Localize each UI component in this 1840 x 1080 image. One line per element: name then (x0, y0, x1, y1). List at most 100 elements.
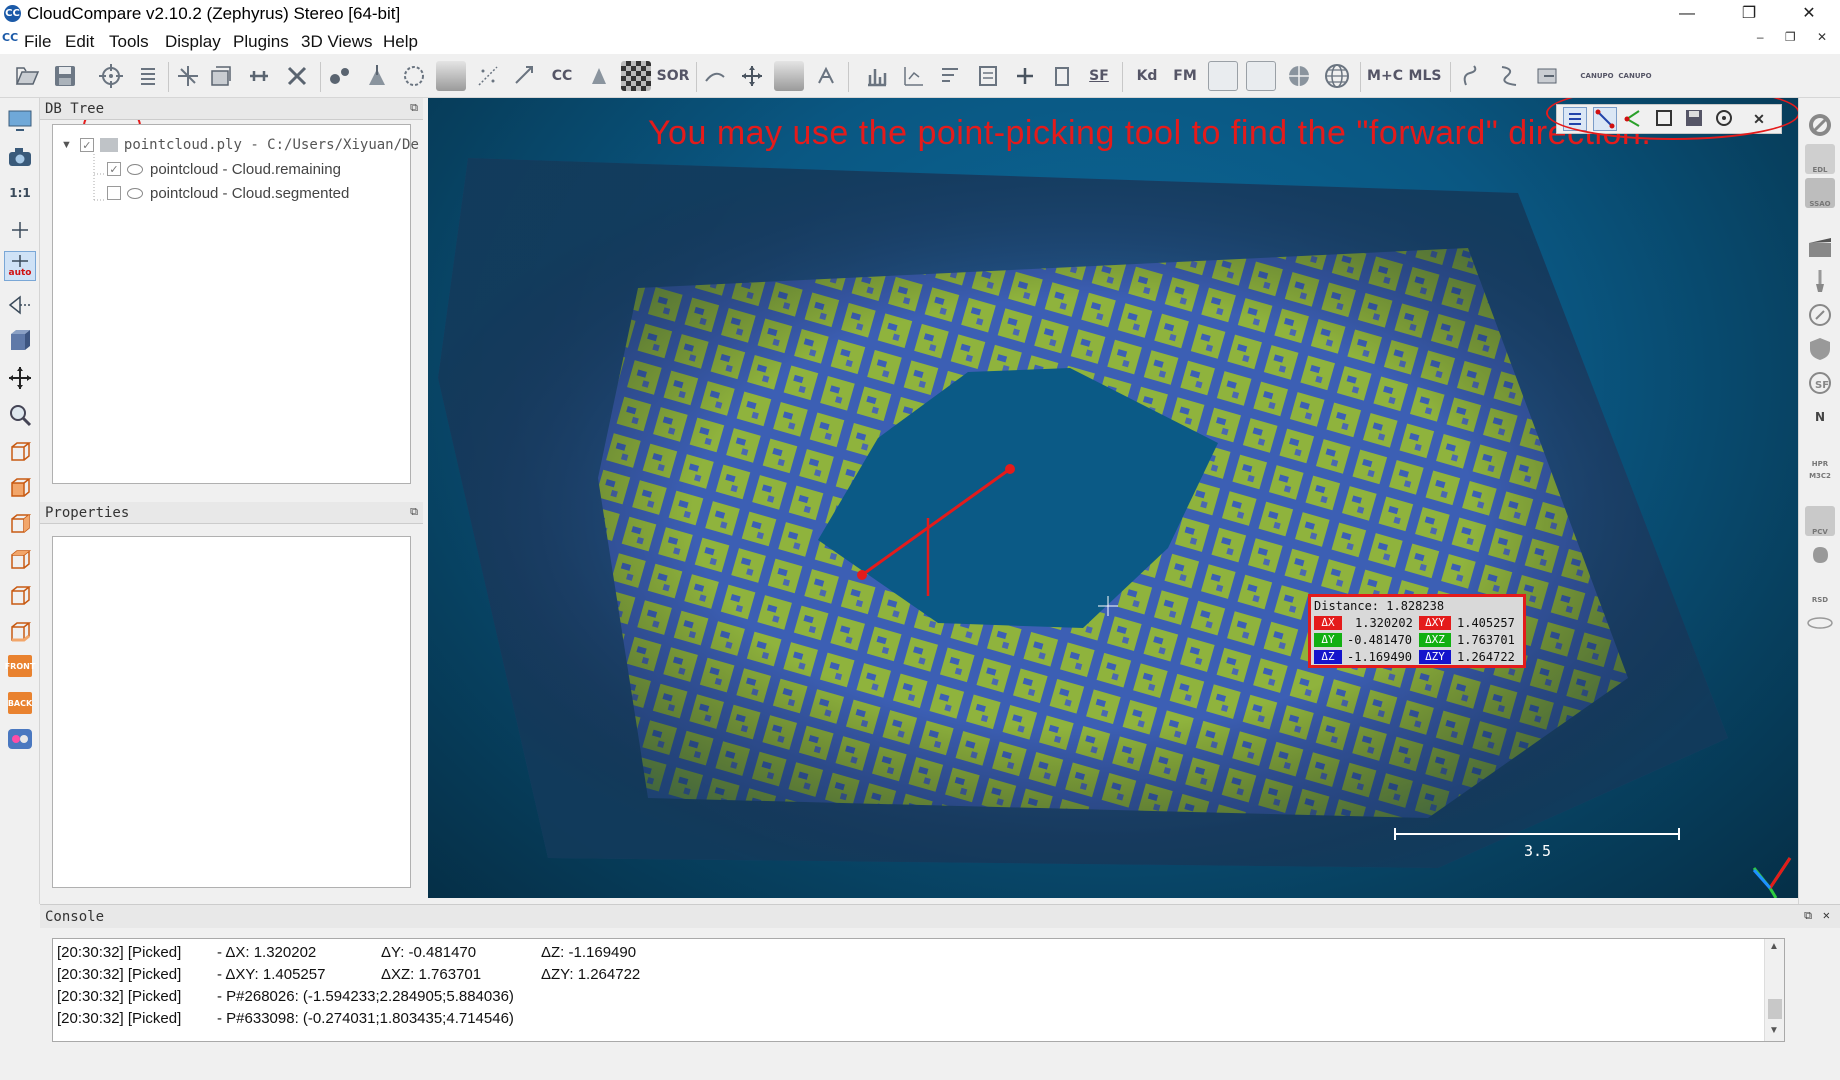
label-icon[interactable] (584, 61, 614, 91)
iso-back-button[interactable]: BACK (4, 688, 36, 718)
one-to-one-button[interactable]: 1:1 (4, 178, 36, 208)
sample-icon[interactable] (325, 61, 355, 91)
disable-icon[interactable] (1805, 110, 1835, 140)
delete-icon[interactable] (282, 61, 312, 91)
flickr-icon[interactable] (4, 724, 36, 754)
close-button[interactable]: ✕ (1786, 0, 1832, 28)
rsd-button[interactable]: RSD (1805, 574, 1835, 604)
bbox-icon[interactable] (1208, 61, 1238, 91)
add-sf-icon[interactable] (1010, 61, 1040, 91)
float-icon[interactable]: ⧉ (410, 101, 418, 115)
scatter-icon[interactable] (1494, 61, 1524, 91)
open-icon[interactable] (12, 61, 42, 91)
sor-button[interactable]: SOR (657, 61, 690, 91)
subsample-icon[interactable] (473, 61, 503, 91)
tree-item-segmented[interactable]: pointcloud - Cloud.segmented (107, 182, 349, 204)
menu-help[interactable]: Help (383, 32, 418, 52)
segment-icon[interactable] (206, 61, 236, 91)
distance-label[interactable]: Distance: 1.828238 ΔX 1.320202 ΔXY 1.405… (1308, 594, 1526, 668)
canupo-classify-button[interactable]: CANUPO (1618, 61, 1652, 91)
clone-icon[interactable] (244, 61, 274, 91)
sf-gradient-icon[interactable] (973, 61, 1003, 91)
move-icon[interactable] (4, 363, 36, 393)
list-icon[interactable] (133, 61, 163, 91)
menu-3d-views[interactable]: 3D Views (301, 32, 373, 52)
tree-item-root[interactable]: ▼ ✓ pointcloud.ply - C:/Users/Xiyuan/De (61, 134, 419, 156)
screen-icon[interactable] (4, 105, 36, 135)
ellipse-icon[interactable] (1805, 608, 1835, 638)
camera-icon[interactable] (4, 142, 36, 172)
compass-icon[interactable] (1532, 61, 1562, 91)
cross-section-icon[interactable] (700, 61, 730, 91)
globe-icon[interactable] (1322, 61, 1352, 91)
maximize-button[interactable]: ❐ (1726, 0, 1772, 28)
menu-plugins[interactable]: Plugins (233, 32, 289, 52)
checkerboard-icon[interactable] (621, 61, 651, 91)
normals-icon[interactable] (362, 61, 392, 91)
curve-icon[interactable] (1456, 61, 1486, 91)
clapper-icon[interactable] (1805, 232, 1835, 262)
pcv-button[interactable]: PCV (1805, 506, 1835, 536)
pivot-icon[interactable] (4, 215, 36, 245)
3d-view[interactable]: You may use the point-picking tool to fi… (428, 98, 1798, 898)
ssao-button[interactable]: SSAO (1805, 178, 1835, 208)
kd-button[interactable]: Kd (1132, 61, 1162, 91)
translate-icon[interactable] (737, 61, 767, 91)
sf-button[interactable]: SF (1084, 61, 1114, 91)
zoom-icon[interactable] (4, 400, 36, 430)
sf-icon[interactable]: SF (1805, 368, 1835, 398)
float-icon[interactable]: ⧉ (1804, 909, 1812, 923)
octree-icon[interactable] (399, 61, 429, 91)
console-scrollbar[interactable]: ▲ ▼ (1764, 939, 1784, 1041)
sphere-icon[interactable] (1284, 61, 1314, 91)
menu-edit[interactable]: Edit (65, 32, 94, 52)
histogram-icon[interactable] (862, 61, 892, 91)
shield-icon[interactable] (1805, 334, 1835, 364)
minimize-button[interactable]: — (1664, 0, 1710, 28)
canupo-train-button[interactable]: CANUPO (1580, 61, 1614, 91)
fm-button[interactable]: FM (1170, 61, 1200, 91)
auto-pivot-button[interactable]: auto (4, 251, 36, 281)
cc-button[interactable]: CC (547, 61, 577, 91)
save-icon[interactable] (50, 61, 80, 91)
scroll-down-icon[interactable]: ▼ (1769, 1025, 1779, 1036)
object-view-icon[interactable] (4, 326, 36, 356)
scroll-up-icon[interactable]: ▲ (1769, 941, 1779, 952)
mdi-window-controls[interactable]: – ❐ ✕ (1757, 30, 1836, 44)
float-icon[interactable]: ⧉ (410, 505, 418, 519)
m3c2-button[interactable]: M3C2 (1805, 472, 1835, 502)
sf-max-icon[interactable] (936, 61, 966, 91)
view-right-icon[interactable] (4, 580, 36, 610)
sf-stats-icon[interactable] (899, 61, 929, 91)
mc-button[interactable]: M+C (1367, 61, 1403, 91)
compass-icon[interactable] (1805, 300, 1835, 330)
menu-file[interactable]: File (24, 32, 51, 52)
hpr-button[interactable]: HPR (1805, 438, 1835, 468)
filter-icon[interactable] (436, 61, 466, 91)
console-log[interactable]: [20:30:32] [Picked] - ΔX: 1.320202 ΔY: -… (52, 938, 1785, 1042)
north-icon[interactable]: N (1805, 402, 1835, 432)
edl-button[interactable]: EDL (1805, 144, 1835, 174)
registration-icon[interactable] (510, 61, 540, 91)
box-icon[interactable] (1246, 61, 1276, 91)
brush-icon[interactable] (1805, 266, 1835, 296)
view-bottom-icon[interactable] (4, 616, 36, 646)
view-back-icon[interactable] (4, 544, 36, 574)
console-close-icon[interactable]: ✕ (1823, 908, 1830, 922)
view-top-icon[interactable] (4, 436, 36, 466)
view-front-icon[interactable] (4, 472, 36, 502)
delete-sf-icon[interactable] (1047, 61, 1077, 91)
collapse-arrow-icon[interactable]: ▼ (61, 139, 72, 151)
iso-front-button[interactable]: FRONT (4, 651, 36, 681)
blob-icon[interactable] (1805, 540, 1835, 570)
menu-tools[interactable]: Tools (109, 32, 149, 52)
merge-icon[interactable] (173, 61, 203, 91)
plane-icon[interactable] (774, 61, 804, 91)
mls-button[interactable]: MLS (1409, 61, 1442, 91)
scroll-thumb[interactable] (1768, 999, 1782, 1019)
view-left-icon[interactable] (4, 508, 36, 538)
tree-checkbox[interactable]: ✓ (79, 138, 94, 152)
point-picking-icon[interactable] (96, 61, 126, 91)
menu-display[interactable]: Display (165, 32, 221, 52)
tree-item-remaining[interactable]: ✓ pointcloud - Cloud.remaining (107, 158, 341, 180)
